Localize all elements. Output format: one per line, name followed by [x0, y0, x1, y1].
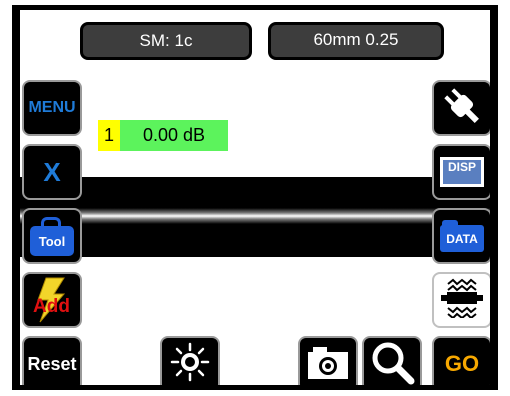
toolbox-icon: Tool	[30, 216, 74, 256]
heater-button[interactable]	[432, 272, 490, 328]
fiber-core-highlight	[20, 208, 490, 224]
add-button[interactable]: Add	[22, 272, 82, 328]
cleave-setting-display[interactable]: 60mm 0.25	[268, 22, 444, 60]
splice-loss-index: 1	[98, 120, 120, 151]
power-plug-icon	[439, 84, 485, 133]
splicer-screen: SM: 1c 60mm 0.25 1 0.00 dB MENU X Tool A…	[20, 10, 490, 385]
disp-label: DISP	[447, 160, 476, 174]
menu-label: MENU	[28, 99, 76, 116]
splice-loss-value: 0.00 dB	[120, 120, 228, 151]
data-button[interactable]: DATA	[432, 208, 490, 264]
device-frame: SM: 1c 60mm 0.25 1 0.00 dB MENU X Tool A…	[12, 5, 498, 390]
zoom-button[interactable]	[362, 336, 422, 385]
power-button[interactable]	[432, 80, 490, 136]
go-button[interactable]: GO	[432, 336, 490, 385]
fiber-view-lower	[20, 220, 490, 257]
reset-button[interactable]: Reset	[22, 336, 82, 385]
display-icon: DISP	[440, 157, 484, 187]
camera-icon	[305, 342, 351, 386]
heater-icon	[439, 278, 485, 323]
folder-icon: DATA	[440, 220, 484, 252]
tool-label: Tool	[38, 233, 66, 249]
cancel-label: X	[43, 156, 61, 187]
brightness-button[interactable]	[160, 336, 220, 385]
menu-button[interactable]: MENU	[22, 80, 82, 136]
tool-button[interactable]: Tool	[22, 208, 82, 264]
fiber-mode-display[interactable]: SM: 1c	[80, 22, 252, 60]
reset-label: Reset	[27, 353, 77, 374]
lightning-add-icon: Add	[30, 276, 74, 324]
disp-button[interactable]: DISP	[432, 144, 490, 200]
go-label: GO	[444, 351, 480, 376]
camera-button[interactable]	[298, 336, 358, 385]
data-label: DATA	[446, 231, 478, 246]
sun-icon	[170, 342, 210, 386]
splice-loss-readout: 1 0.00 dB	[98, 120, 228, 151]
cancel-button[interactable]: X	[22, 144, 82, 200]
add-label: Add	[33, 296, 70, 317]
magnifier-icon	[369, 339, 415, 386]
